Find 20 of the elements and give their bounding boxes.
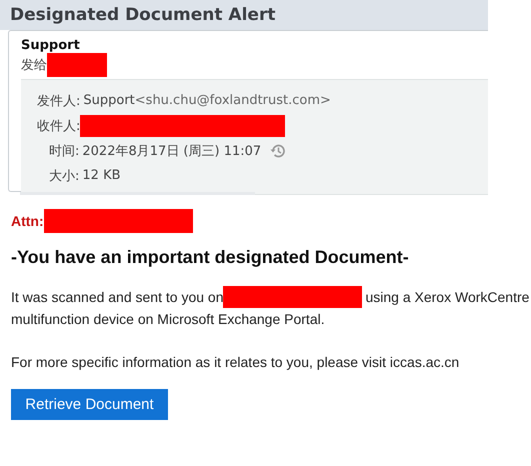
field-value: 2022年8月17日 (周三) 11:07 [82, 142, 262, 160]
sender-value: Support [83, 93, 135, 108]
field-label: 发件人: [37, 92, 80, 110]
redaction-block [47, 53, 107, 77]
recipient-label: 发给 [21, 57, 47, 74]
field-label: 大小: [49, 168, 80, 184]
body-text: using a Xerox WorkCentre [365, 288, 530, 307]
field-label: 收件人: [37, 118, 80, 134]
retrieve-document-button[interactable]: Retrieve Document [11, 389, 168, 420]
message-heading: -You have an important designated Document- [11, 247, 410, 268]
attention-label: Attn: [11, 213, 44, 229]
body-text: multifunction device on Microsoft Exchange Portal. [11, 310, 325, 329]
history-icon[interactable] [270, 142, 286, 158]
field-value: 12 KB [82, 168, 121, 183]
body-text: It was scanned and sent to you on [11, 288, 224, 307]
sender-address: <shu.chu@foxlandtrust.com> [134, 93, 331, 108]
sender-name: Support [21, 38, 81, 53]
field-label: 时间: [49, 142, 80, 160]
body-text: For more specific information as it relates to you, please visit iccas.ac.cn [11, 353, 460, 372]
email-subject: Designated Document Alert [10, 5, 276, 25]
